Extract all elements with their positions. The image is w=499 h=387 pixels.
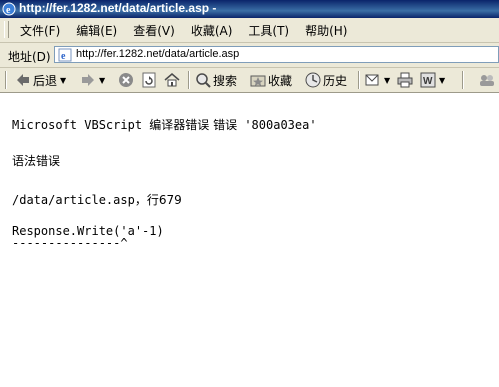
toolbar-separator <box>358 71 360 89</box>
mail-dropdown-icon[interactable]: ▼ <box>384 76 390 85</box>
search-label: 搜索 <box>213 73 238 88</box>
menu-help[interactable]: 帮助(H) <box>297 22 355 39</box>
toolbar-separator <box>188 71 190 89</box>
edit-button[interactable]: W ▼ <box>420 71 445 89</box>
favorites-button[interactable]: 收藏 <box>250 71 292 89</box>
history-button[interactable]: 历史 <box>305 71 347 89</box>
stop-button[interactable] <box>118 71 134 89</box>
home-button[interactable] <box>164 71 180 89</box>
favorites-icon <box>250 75 266 87</box>
search-button[interactable]: 搜索 <box>195 71 237 89</box>
mail-icon <box>365 74 379 86</box>
back-dropdown-icon[interactable]: ▼ <box>60 76 66 85</box>
print-button[interactable] <box>397 71 413 89</box>
ie-icon: e <box>2 2 16 16</box>
history-icon <box>305 72 321 88</box>
refresh-button[interactable] <box>141 71 157 89</box>
toolbar-grip[interactable] <box>5 71 7 89</box>
error-file-path: /data/article.asp <box>12 193 135 207</box>
favorites-label: 收藏 <box>268 73 293 88</box>
svg-text:e: e <box>6 5 11 16</box>
address-input[interactable]: e http://fer.1282.net/data/article.asp <box>54 46 499 63</box>
address-url: http://fer.1282.net/data/article.asp <box>76 48 240 60</box>
error-line-number: ，行679 <box>134 193 182 207</box>
back-arrow-icon <box>17 74 29 86</box>
forward-arrow-icon <box>82 74 94 86</box>
ie-page-icon: e <box>58 48 72 62</box>
home-icon <box>164 73 180 87</box>
svg-text:e: e <box>61 51 66 62</box>
menu-favorites[interactable]: 收藏(A) <box>183 22 241 39</box>
back-button[interactable]: 后退 ▼ <box>15 71 66 89</box>
search-icon <box>196 73 211 88</box>
menubar-grip[interactable] <box>4 21 9 38</box>
toolbar-separator <box>462 71 464 89</box>
error-heading: Microsoft VBScript 编译器错误 错误 '800a03ea' <box>12 116 317 133</box>
messenger-button[interactable] <box>478 71 496 89</box>
menu-bar: 文件(F) 编辑(E) 查看(V) 收藏(A) 工具(T) 帮助(H) <box>0 18 499 43</box>
history-label: 历史 <box>323 73 348 88</box>
menu-tools[interactable]: 工具(T) <box>240 22 297 39</box>
menu-file[interactable]: 文件(F) <box>12 22 68 39</box>
address-label: 地址(D) <box>8 50 51 64</box>
word-edit-icon: W <box>420 72 436 88</box>
page-content: Microsoft VBScript 编译器错误 错误 '800a03ea' 语… <box>0 93 499 387</box>
stop-icon <box>119 73 133 87</box>
forward-button[interactable]: ▼ <box>80 71 105 89</box>
forward-dropdown-icon[interactable]: ▼ <box>99 76 105 85</box>
window-title: http://fer.1282.net/data/article.asp - <box>19 1 217 15</box>
menu-view[interactable]: 查看(V) <box>125 22 183 39</box>
messenger-icon <box>480 75 494 86</box>
menu-edit[interactable]: 编辑(E) <box>68 22 125 39</box>
window-titlebar[interactable]: e http://fer.1282.net/data/article.asp - <box>0 0 499 18</box>
error-description: 语法错误 <box>12 154 61 168</box>
svg-text:W: W <box>423 76 433 87</box>
back-label: 后退 <box>33 73 58 88</box>
error-type: 编译器错误 错误 <box>149 118 238 132</box>
edit-dropdown-icon[interactable]: ▼ <box>439 76 445 85</box>
error-source: Microsoft VBScript <box>12 118 150 132</box>
standard-toolbar: 后退 ▼ ▼ 搜索 收藏 历史 ▼ W ▼ <box>0 68 499 93</box>
refresh-icon <box>142 72 156 88</box>
mail-button[interactable]: ▼ <box>365 71 390 89</box>
error-caret-line: ---------------^ <box>12 236 128 250</box>
error-code: '800a03ea' <box>237 118 317 132</box>
address-bar: 地址(D) e http://fer.1282.net/data/article… <box>0 43 499 68</box>
error-location: /data/article.asp，行679 <box>12 191 182 208</box>
print-icon <box>397 72 413 88</box>
